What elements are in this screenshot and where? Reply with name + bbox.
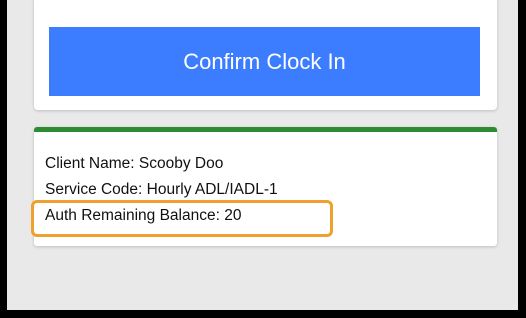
- screenshot-frame: Confirm Clock In Client Name: Scooby Doo…: [0, 0, 526, 318]
- client-name-text: Client Name: Scooby Doo: [45, 155, 224, 172]
- auth-remaining-balance-text: Auth Remaining Balance: 20: [45, 207, 242, 224]
- client-info-card: Client Name: Scooby Doo Service Code: Ho…: [34, 127, 497, 246]
- app-screen: Confirm Clock In Client Name: Scooby Doo…: [7, 0, 518, 310]
- clock-in-card: Confirm Clock In: [34, 0, 497, 110]
- confirm-clock-in-button[interactable]: Confirm Clock In: [49, 27, 480, 96]
- service-code-text: Service Code: Hourly ADL/IADL-1: [45, 181, 278, 198]
